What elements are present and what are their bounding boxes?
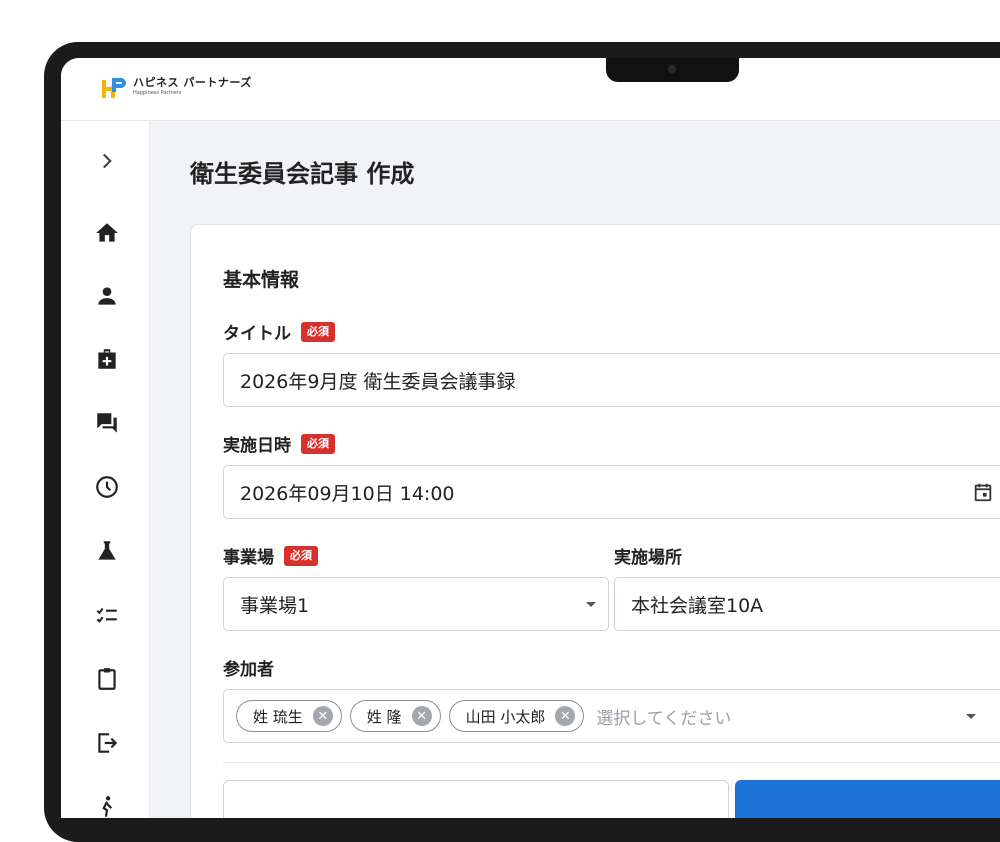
site-select[interactable]: 事業場1	[223, 577, 609, 631]
datetime-input-value: 2026年09月10日 14:00	[240, 482, 455, 505]
happiness-partners-logo-icon	[102, 78, 126, 98]
sidebar-item-chat[interactable]	[89, 405, 125, 441]
participants-select[interactable]: 姓 琉生 ✕ 姓 隆 ✕ 山田 小太郎 ✕ 選択してください	[223, 689, 1000, 743]
participants-label-text: 参加者	[223, 660, 274, 680]
primary-button[interactable]	[735, 780, 1000, 818]
clock-icon	[96, 476, 118, 498]
section-title: 基本情報	[223, 269, 300, 291]
dropdown-arrow-icon	[586, 602, 596, 607]
title-input-value: 2026年9月度 衛生委員会議事録	[240, 370, 516, 393]
exit-icon	[98, 733, 118, 753]
required-badge: 必須	[301, 321, 335, 342]
participant-chip[interactable]: 姓 隆 ✕	[349, 700, 441, 732]
sidebar-item-clipboard[interactable]	[89, 661, 125, 697]
person-walk-icon	[102, 796, 113, 817]
place-label: 実施場所	[614, 543, 682, 568]
required-badge: 必須	[284, 545, 318, 566]
sidebar-item-exit[interactable]	[89, 725, 125, 761]
sidebar-item-checklist[interactable]	[89, 597, 125, 633]
required-badge: 必須	[301, 433, 335, 454]
participants-placeholder: 選択してください	[596, 708, 732, 729]
place-label-text: 実施場所	[614, 548, 682, 568]
checklist-icon	[96, 607, 117, 623]
sidebar-item-history[interactable]	[89, 469, 125, 505]
sidebar-item-lab[interactable]	[89, 533, 125, 569]
logo-japanese-text: ハピネス パートナーズ	[133, 76, 252, 89]
medical-bag-icon	[98, 349, 116, 369]
title-label-text: タイトル	[223, 324, 291, 344]
site-label: 事業場 必須	[223, 543, 318, 568]
page-title: 衛生委員会記事 作成	[190, 160, 415, 188]
participants-label: 参加者	[223, 655, 274, 680]
calendar-icon[interactable]	[972, 481, 994, 503]
secondary-button[interactable]	[223, 780, 729, 818]
site-label-text: 事業場	[223, 548, 274, 568]
sidebar-item-person[interactable]	[89, 278, 125, 314]
site-select-value: 事業場1	[240, 594, 310, 617]
participant-name: 姓 琉生	[253, 707, 303, 726]
camera-icon	[668, 65, 676, 73]
basic-info-card: 基本情報 タイトル 必須 2026年9月度 衛生委員会議事録 実施日時 必須 2…	[190, 224, 1000, 818]
place-input[interactable]: 本社会議室10A	[614, 577, 1000, 631]
dropdown-arrow-icon	[966, 714, 976, 719]
sidebar-item-home[interactable]	[89, 215, 125, 251]
chevron-right-icon	[102, 153, 112, 169]
section-divider	[223, 762, 1000, 763]
header-bar: ハピネス パートナーズ Happiness Partners	[61, 58, 1000, 121]
clipboard-icon	[98, 668, 116, 690]
participant-chip[interactable]: 山田 小太郎 ✕	[448, 700, 585, 732]
participant-name: 山田 小太郎	[465, 707, 546, 726]
app-screen: ハピネス パートナーズ Happiness Partners 衛生委員会記事 作…	[61, 58, 1000, 818]
title-input[interactable]: 2026年9月度 衛生委員会議事録	[223, 353, 1000, 407]
place-input-value: 本社会議室10A	[631, 594, 764, 617]
datetime-label-text: 実施日時	[223, 436, 291, 456]
title-label: タイトル 必須	[223, 319, 335, 344]
datetime-label: 実施日時 必須	[223, 431, 335, 456]
home-icon	[96, 223, 118, 242]
remove-chip-icon[interactable]: ✕	[312, 706, 333, 726]
sidebar-item-medical[interactable]	[89, 341, 125, 377]
flask-icon	[98, 541, 116, 560]
brand-logo[interactable]: ハピネス パートナーズ Happiness Partners	[101, 76, 252, 102]
participant-chip[interactable]: 姓 琉生 ✕	[236, 700, 342, 732]
person-icon	[98, 287, 116, 305]
sidebar-item-walk[interactable]	[89, 789, 125, 818]
remove-chip-icon[interactable]: ✕	[411, 706, 432, 726]
participant-name: 姓 隆	[366, 707, 402, 726]
sidebar	[61, 121, 150, 818]
camera-notch	[606, 58, 739, 82]
remove-chip-icon[interactable]: ✕	[555, 706, 576, 726]
sidebar-expand-button[interactable]	[89, 143, 125, 179]
logo-english-text: Happiness Partners	[133, 90, 182, 96]
chat-icon	[97, 413, 117, 433]
datetime-input[interactable]: 2026年09月10日 14:00	[223, 465, 1000, 519]
